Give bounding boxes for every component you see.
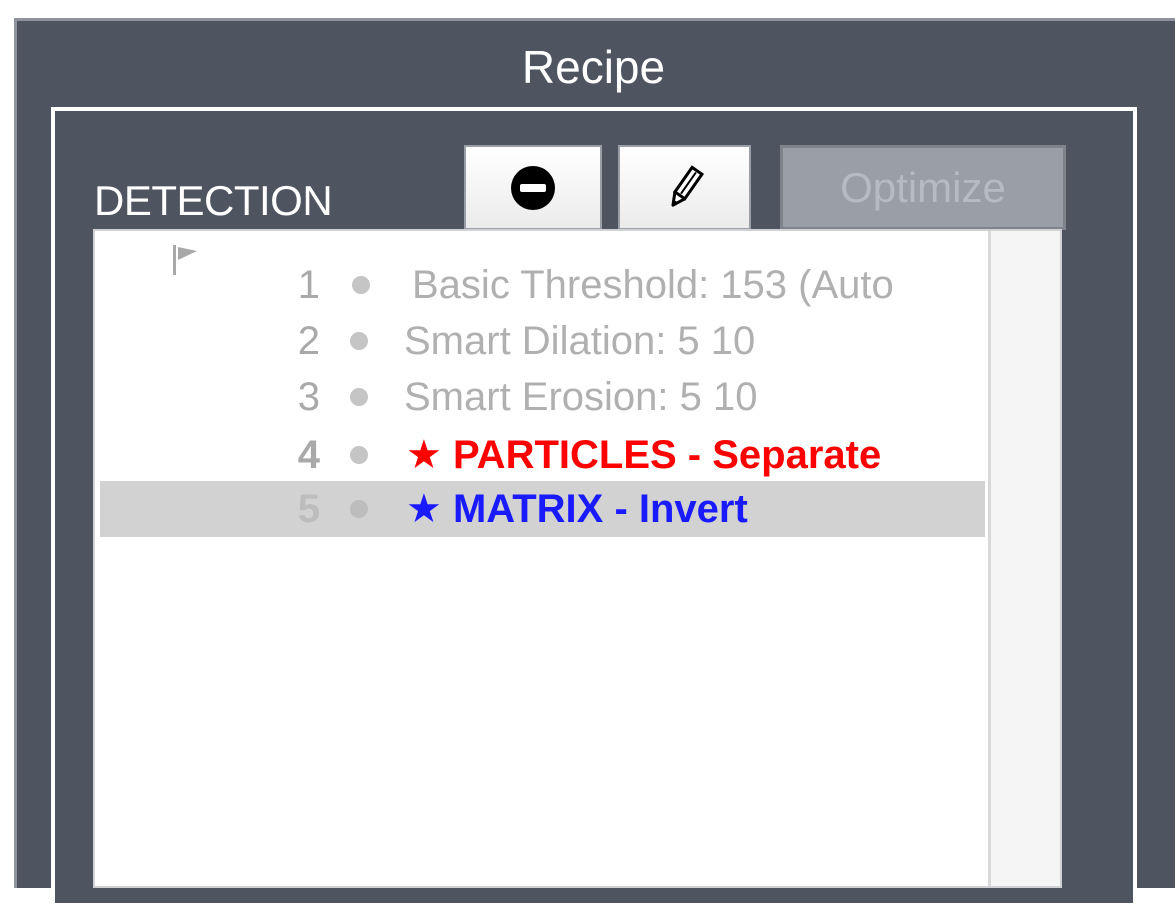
- step-number: 4: [297, 433, 320, 477]
- section-label: DETECTION: [94, 177, 333, 224]
- step-label: Basic Threshold: 153 (Auto: [412, 263, 894, 307]
- step-number: 5: [297, 487, 320, 531]
- list-item[interactable]: 5 ★ MATRIX - Invert: [100, 481, 985, 537]
- step-label: ★ MATRIX - Invert: [406, 487, 748, 531]
- step-label: Smart Erosion: 5 10: [404, 375, 758, 419]
- remove-icon: [511, 165, 555, 210]
- status-dot: [350, 446, 368, 464]
- list-item[interactable]: 2 Smart Dilation: 5 10: [100, 313, 985, 369]
- recipe-step-list: 1 Basic Threshold: 153 (Auto 2 Smart Dil…: [93, 229, 1062, 888]
- edit-step-button[interactable]: [618, 145, 751, 230]
- step-label: ★ PARTICLES - Separate: [406, 433, 882, 477]
- step-number: 3: [297, 375, 320, 419]
- optimize-button[interactable]: Optimize: [780, 145, 1066, 230]
- scrollbar[interactable]: [988, 231, 1060, 886]
- status-dot: [352, 276, 370, 294]
- remove-step-button[interactable]: [464, 145, 602, 230]
- status-dot: [350, 500, 368, 518]
- status-dot: [350, 332, 368, 350]
- list-item[interactable]: 4 ★ PARTICLES - Separate: [100, 427, 985, 483]
- step-label: Smart Dilation: 5 10: [404, 319, 756, 363]
- step-number: 1: [297, 263, 320, 307]
- panel-title: Recipe: [521, 41, 666, 93]
- list-item[interactable]: 3 Smart Erosion: 5 10: [100, 369, 985, 425]
- step-number: 2: [297, 319, 320, 363]
- status-dot: [350, 388, 368, 406]
- list-item[interactable]: 1 Basic Threshold: 153 (Auto: [100, 257, 985, 313]
- pencil-icon: [670, 164, 704, 207]
